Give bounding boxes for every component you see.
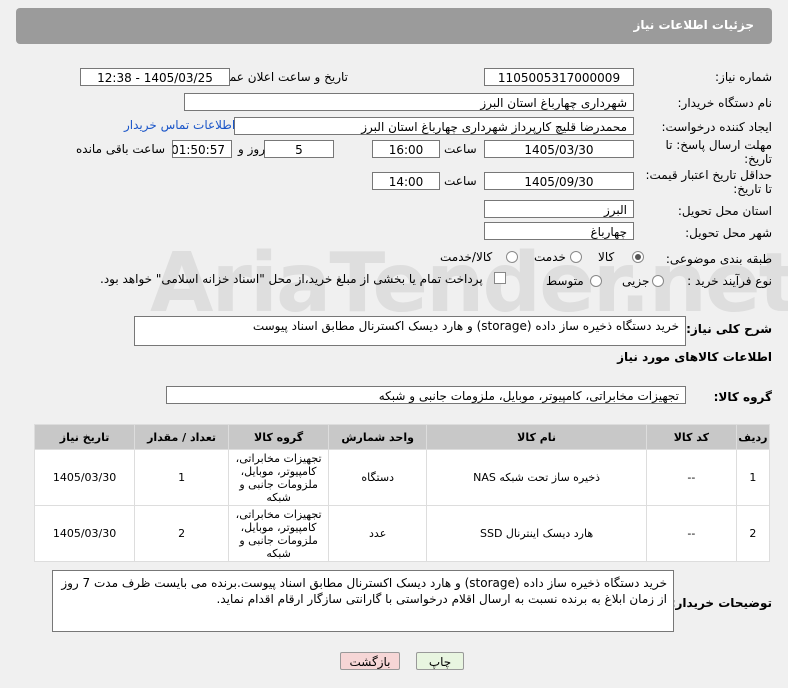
validity-time-field: 14:00	[372, 172, 440, 190]
cell-qty: 2	[134, 505, 230, 562]
deadline-time-label: ساعت	[444, 142, 477, 156]
need-number-label: شماره نیاز:	[715, 70, 772, 84]
category-option-goods-service: کالا/خدمت	[440, 250, 493, 264]
contact-buyer-link[interactable]: اطلاعات تماس خریدار	[124, 118, 235, 132]
col-header-name: نام کالا	[426, 424, 647, 450]
cell-date: 1405/03/30	[33, 449, 136, 506]
cell-row-number: 1	[735, 449, 771, 506]
col-header-unit: واحد شمارش	[328, 424, 428, 450]
announce-field: 1405/03/25 - 12:38	[80, 68, 230, 86]
validity-date-field: 1405/09/30	[484, 172, 634, 190]
buyer-org-field: شهرداری چهارباغ استان البرز	[184, 93, 634, 111]
cell-code: --	[645, 505, 737, 562]
print-button[interactable]: چاپ	[416, 652, 464, 670]
city-label: شهر محل تحویل:	[685, 226, 772, 240]
requester-label: ایجاد کننده درخواست:	[661, 120, 772, 134]
validity-time-label: ساعت	[444, 174, 477, 188]
col-header-group: گروه کالا	[228, 424, 330, 450]
page-title: جزئیات اطلاعات نیاز	[633, 18, 754, 32]
validity-label-2: تا تاریخ:	[733, 182, 772, 196]
buyer-notes-label: توضیحات خریدار:	[670, 596, 772, 610]
cell-unit: عدد	[328, 505, 428, 562]
deadline-label-2: تاریخ:	[744, 152, 772, 166]
validity-label: حداقل تاریخ اعتبار قیمت:	[645, 168, 772, 182]
days-label: روز و	[238, 142, 265, 156]
cell-group: تجهیزات مخابراتی، کامپیوتر، موبایل، ملزو…	[228, 449, 330, 506]
col-header-date: تاریخ نیاز	[33, 424, 136, 450]
need-number-field: 1105005317000009	[484, 68, 634, 86]
goods-group-label: گروه کالا:	[713, 390, 772, 404]
process-radio-medium[interactable]	[590, 275, 602, 287]
table-header-row: ردیف کد کالا نام کالا واحد شمارش گروه کا…	[33, 424, 771, 450]
summary-field[interactable]: خرید دستگاه ذخیره ساز داده (storage) و ه…	[134, 316, 686, 346]
province-label: استان محل تحویل:	[677, 204, 772, 218]
treasury-payment-text: پرداخت تمام یا بخشی از مبلغ خرید،از محل …	[100, 272, 483, 286]
deadline-time-field: 16:00	[372, 140, 440, 158]
cell-row-number: 2	[735, 505, 771, 562]
col-header-row-number: ردیف	[735, 424, 771, 450]
page-header: جزئیات اطلاعات نیاز	[16, 8, 772, 44]
process-label: نوع فرآیند خرید :	[687, 274, 772, 288]
remaining-time-label: ساعت باقی مانده	[76, 142, 166, 156]
back-button[interactable]: بازگشت	[340, 652, 400, 670]
process-radio-minor[interactable]	[652, 275, 664, 287]
treasury-payment-checkbox[interactable]	[494, 272, 506, 284]
province-field: البرز	[484, 200, 634, 218]
deadline-label: مهلت ارسال پاسخ: تا	[665, 138, 772, 152]
category-label: طبقه بندی موضوعی:	[665, 252, 772, 266]
goods-group-field: تجهیزات مخابراتی، کامپیوتر، موبایل، ملزو…	[166, 386, 686, 404]
deadline-date-field: 1405/03/30	[484, 140, 634, 158]
days-field: 5	[264, 140, 334, 158]
category-radio-service[interactable]	[570, 251, 582, 263]
category-radio-goods-service[interactable]	[506, 251, 518, 263]
cell-code: --	[645, 449, 737, 506]
summary-label: شرح کلی نیاز:	[686, 322, 772, 336]
cell-qty: 1	[134, 449, 230, 506]
cell-name: هارد دیسک اینترنال SSD	[426, 505, 647, 562]
buyer-notes-field[interactable]: خرید دستگاه ذخیره ساز داده (storage) و ه…	[52, 570, 674, 632]
cell-name: ذخیره ساز تحت شبکه NAS	[426, 449, 647, 506]
goods-info-title: اطلاعات کالاهای مورد نیاز	[617, 350, 772, 364]
process-option-medium: متوسط	[546, 274, 584, 288]
cell-date: 1405/03/30	[33, 505, 136, 562]
remaining-time-field: 01:50:57	[172, 140, 232, 158]
cell-group: تجهیزات مخابراتی، کامپیوتر، موبایل، ملزو…	[228, 505, 330, 562]
goods-table: ردیف کد کالا نام کالا واحد شمارش گروه کا…	[33, 424, 771, 562]
table-row[interactable]: 1 -- ذخیره ساز تحت شبکه NAS دستگاه تجهیز…	[33, 449, 771, 506]
category-option-goods: کالا	[598, 250, 615, 264]
col-header-qty: تعداد / مقدار	[134, 424, 230, 450]
table-row[interactable]: 2 -- هارد دیسک اینترنال SSD عدد تجهیزات …	[33, 505, 771, 562]
process-option-minor: جزیی	[622, 274, 650, 288]
col-header-code: کد کالا	[645, 424, 737, 450]
buyer-org-label: نام دستگاه خریدار:	[677, 96, 773, 110]
category-radio-goods[interactable]	[632, 251, 644, 263]
requester-field: محمدرضا قلیچ کارپرداز شهرداری چهارباغ اس…	[234, 117, 634, 135]
city-field: چهارباغ	[484, 222, 634, 240]
category-option-service: خدمت	[534, 250, 566, 264]
cell-unit: دستگاه	[328, 449, 428, 506]
